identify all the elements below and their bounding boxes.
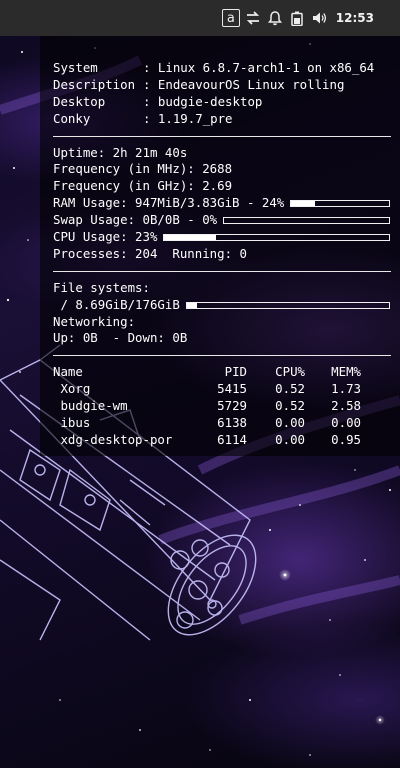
system-key: System [53,60,98,75]
frequency-ghz: Frequency (in GHz): 2.69 [53,178,233,194]
ram-usage-label: RAM Usage: 947MiB/3.83GiB - 24% [53,195,285,211]
system-value: Linux 6.8.7-arch1-1 on x86_64 [157,60,375,75]
file-systems-title: File systems: [53,279,150,295]
process-header-cpu: CPU% [275,364,305,380]
desktop-value: budgie-desktop [157,93,263,109]
process-header-name: Name [53,364,83,380]
description-key: Description [53,76,136,92]
description-row: Description: EndeavourOS Linux rolling [53,76,345,92]
swap-usage-label: Swap Usage: 0B/0B - 0% [53,212,218,228]
app-badge-icon[interactable]: a [221,9,240,27]
process-cpu: 0.52 [275,381,305,397]
cpu-usage-bar [163,233,390,241]
conky-widget: System: Linux 6.8.7-arch1-1 on x86_64 De… [40,36,400,456]
process-pid: 5415 [217,381,247,397]
process-table: Name PID CPU% MEM% Xorg 5415 0.52 1.73 b… [53,364,391,448]
process-name: Xorg [53,381,91,397]
uptime: Uptime: 2h 21m 40s [53,144,188,160]
desktop-key: Desktop [53,93,106,109]
ram-usage-row: RAM Usage: 947MiB/3.83GiB - 24% [53,195,391,212]
process-name: budgie-wm [53,398,128,414]
process-cpu: 0.00 [275,431,305,447]
root-fs-bar [185,301,390,309]
description-value: EndeavourOS Linux rolling [157,76,345,92]
process-pid: 6138 [217,415,247,431]
volume-icon[interactable] [311,10,328,27]
ram-usage-bar [290,200,390,208]
frequency-mhz: Frequency (in MHz): 2688 [53,161,233,177]
battery-icon[interactable] [289,10,306,27]
conky-value: 1.19.7_pre [157,110,233,126]
swap-usage-bar [223,217,390,225]
ram-usage-fill [291,201,315,207]
swap-usage-row: Swap Usage: 0B/0B - 0% [53,212,391,229]
cpu-usage-fill [164,234,217,240]
system-row: System: Linux 6.8.7-arch1-1 on x86_64 [53,60,375,75]
notification-bell-icon[interactable] [267,10,284,27]
process-pid: 5729 [217,398,247,414]
process-pid: 6114 [217,431,247,447]
process-name: ibus [53,415,91,431]
top-panel: a 12:53 [0,0,400,36]
conky-key: Conky [53,110,91,126]
process-mem: 0.95 [331,431,361,447]
cpu-usage-row: CPU Usage: 23% [53,229,391,246]
process-mem: 1.73 [331,381,361,397]
processes: Processes: 204 Running: 0 [53,245,247,261]
desktop-row: Desktop: budgie-desktop [53,93,263,109]
network-traffic: Up: 0B - Down: 0B [53,330,188,346]
process-header-mem: MEM% [331,364,361,380]
conky-row: Conky: 1.19.7_pre [53,110,233,126]
cpu-usage-label: CPU Usage: 23% [53,229,158,245]
process-cpu: 0.00 [275,415,305,431]
root-fs-label: / 8.69GiB/176GiB [53,296,180,312]
process-header-pid: PID [224,364,247,380]
root-fs-row: / 8.69GiB/176GiB [53,297,391,314]
networking-title: Networking: [53,313,136,329]
clock[interactable]: 12:53 [336,11,374,25]
process-name: xdg-desktop-por [53,431,173,447]
kde-connect-icon[interactable] [245,10,262,27]
process-mem: 0.00 [331,415,361,431]
process-mem: 2.58 [331,398,361,414]
process-cpu: 0.52 [275,398,305,414]
root-fs-fill [186,302,197,308]
